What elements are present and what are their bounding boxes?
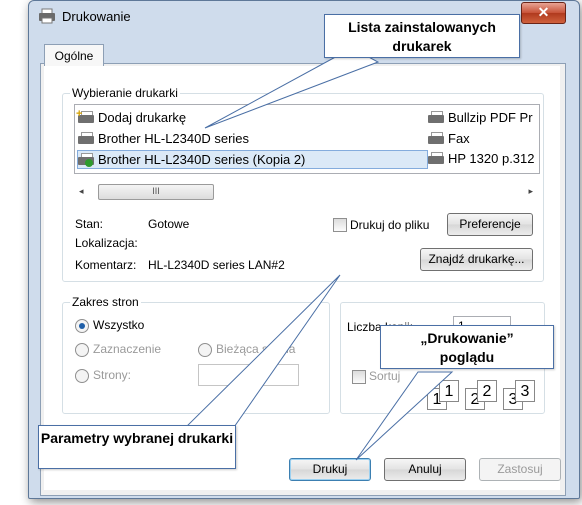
- callout-printer-params: Parametry wybranej drukarki: [38, 425, 236, 469]
- callout-pointer-installed: [204, 47, 380, 129]
- callout-installed-printers: Lista zainstalowanych drukarek: [324, 14, 520, 58]
- callout-pointer-preview: [355, 371, 454, 461]
- callout-pointer-params: [183, 274, 341, 431]
- callout-print-preview: „Drukowanie” poglądu: [380, 325, 554, 369]
